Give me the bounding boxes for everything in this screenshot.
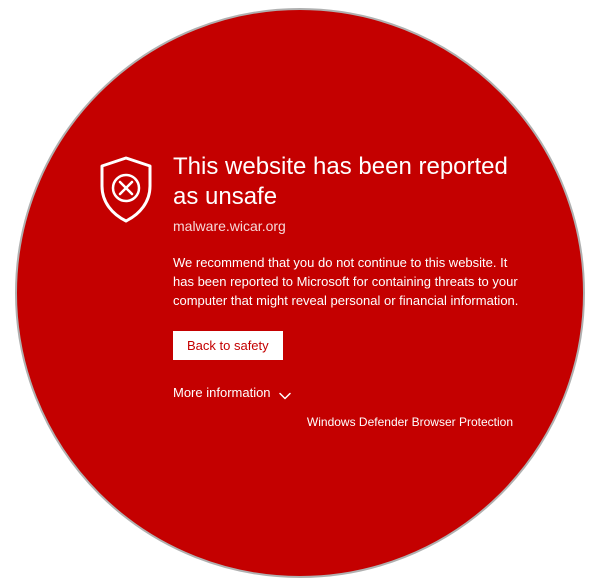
more-information-label: More information: [173, 385, 271, 400]
warning-title: This website has been reported as unsafe: [173, 152, 523, 212]
warning-content: This website has been reported as unsafe…: [97, 152, 523, 402]
chevron-down-icon: [279, 388, 291, 396]
warning-description: We recommend that you do not continue to…: [173, 254, 523, 311]
back-to-safety-button[interactable]: Back to safety: [173, 331, 283, 360]
shield-x-icon: [97, 156, 155, 224]
text-column: This website has been reported as unsafe…: [173, 152, 523, 402]
more-information-toggle[interactable]: More information: [173, 385, 291, 400]
warning-hostname: malware.wicar.org: [173, 218, 523, 234]
warning-panel: This website has been reported as unsafe…: [15, 8, 585, 578]
header-row: This website has been reported as unsafe…: [97, 152, 523, 402]
product-attribution: Windows Defender Browser Protection: [307, 415, 513, 429]
